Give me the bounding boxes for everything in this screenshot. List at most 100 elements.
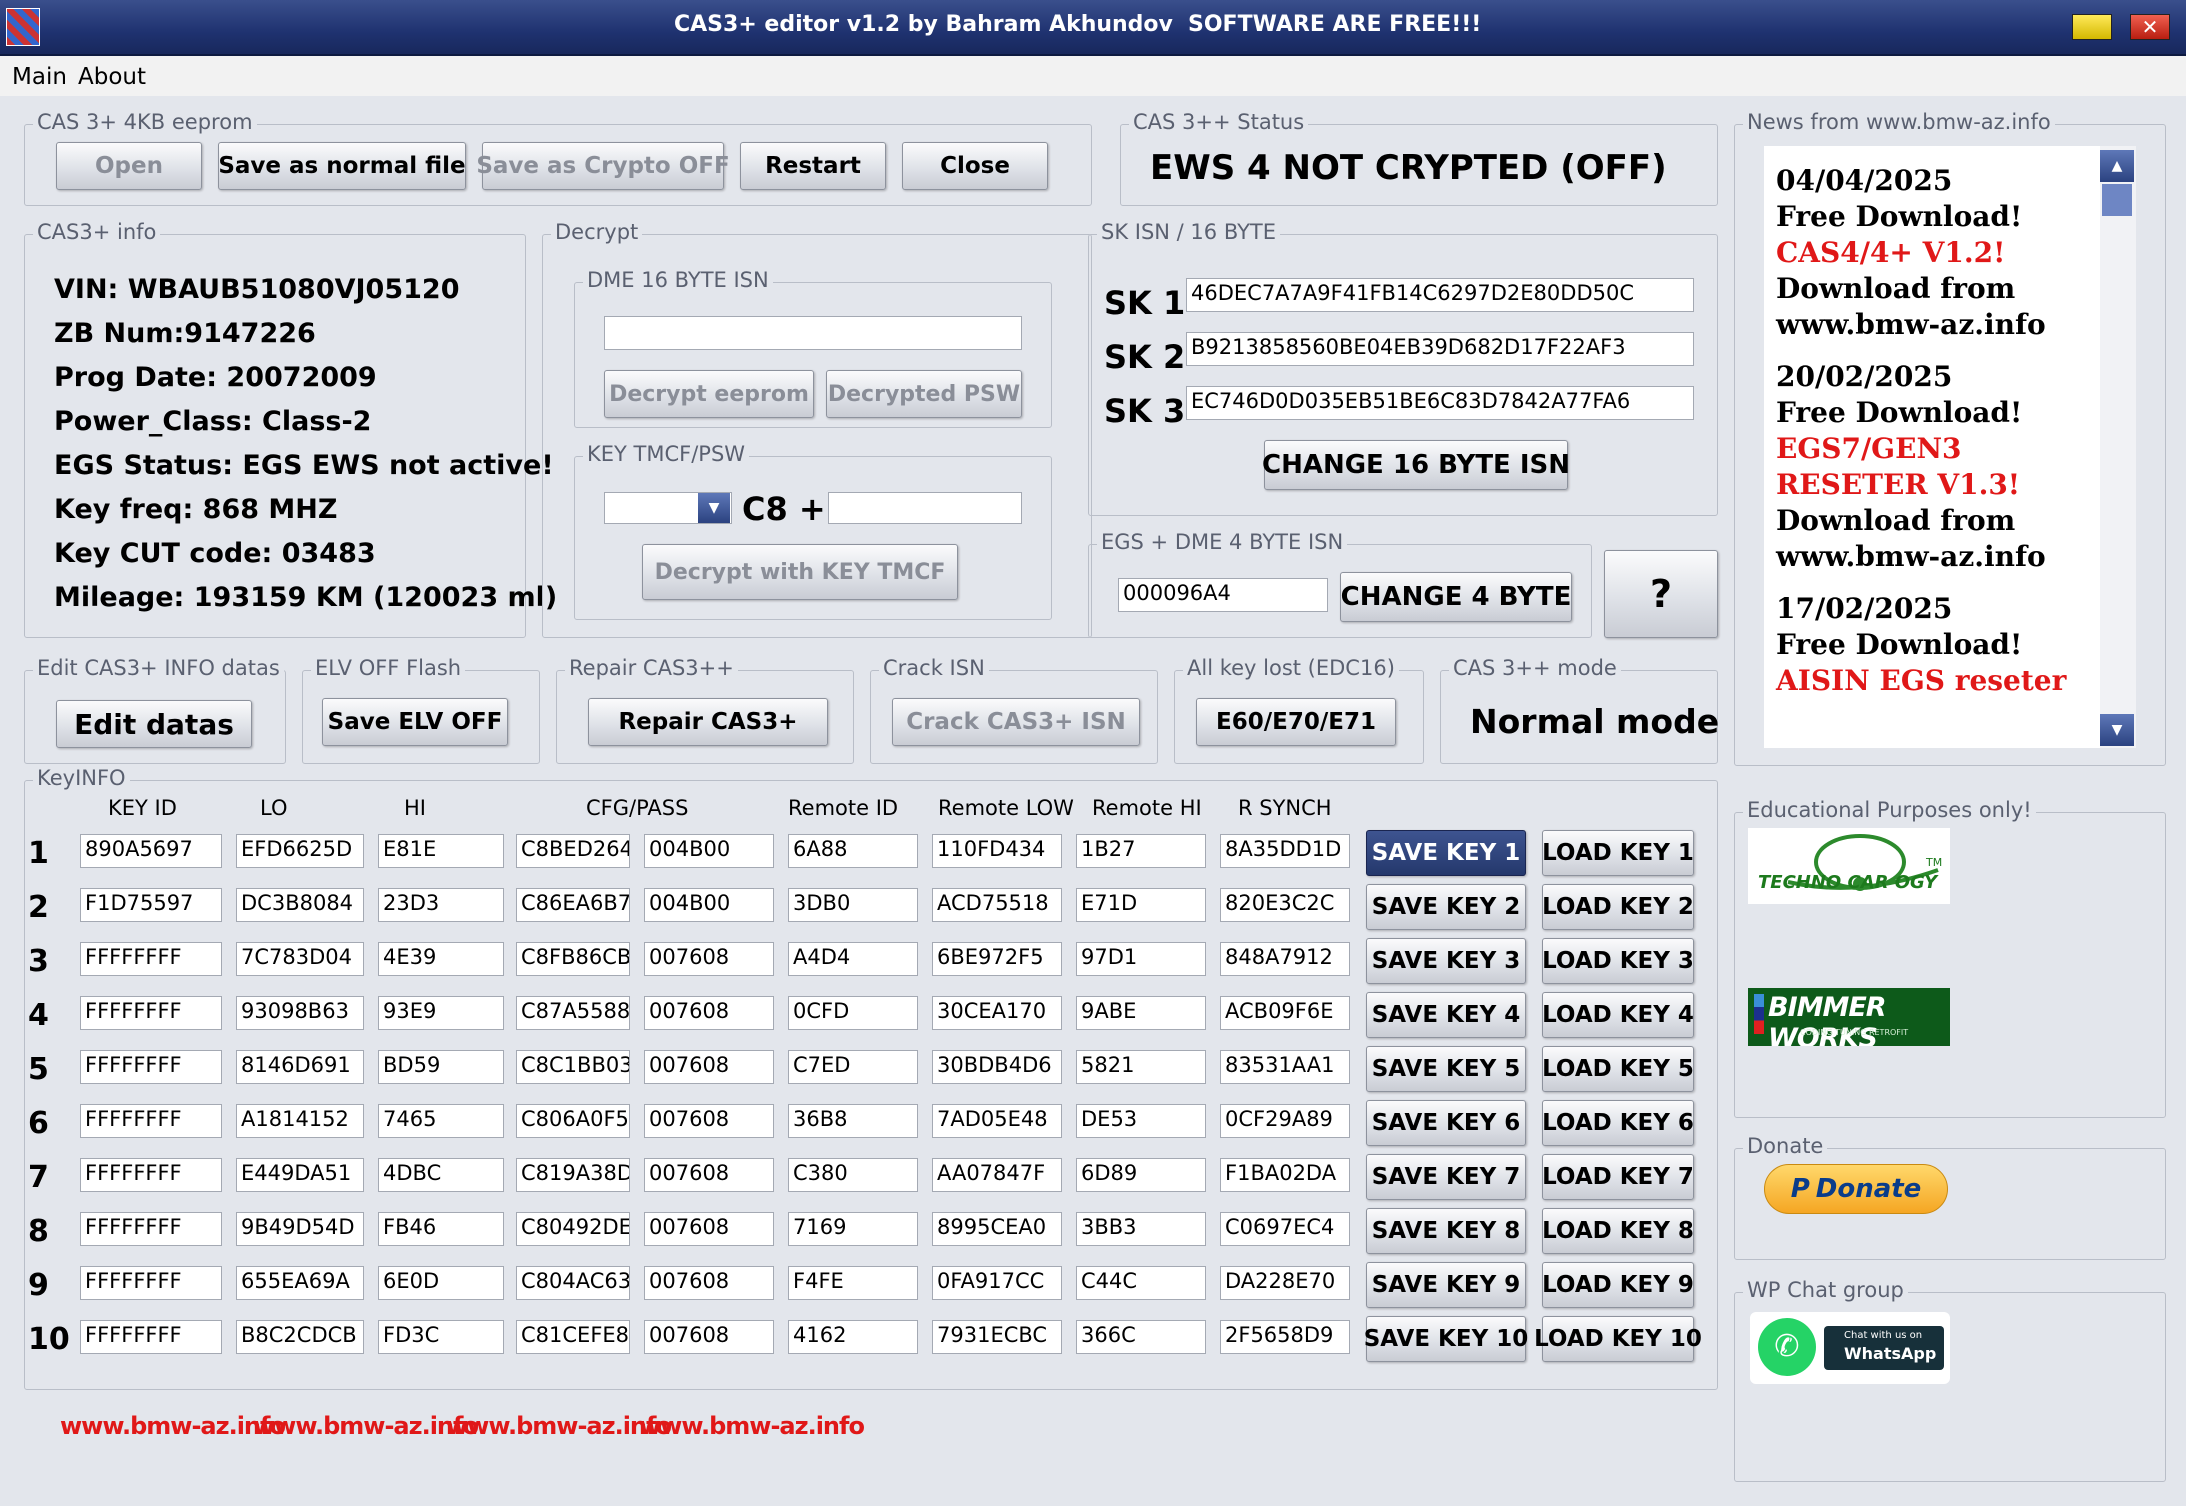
scroll-down-icon[interactable]: ▼ [2100,714,2134,746]
e60-e70-e71-button[interactable]: E60/E70/E71 [1196,698,1396,746]
key-lo-input[interactable]: DC3B8084 [236,888,364,922]
key-cfg-input[interactable]: C8FB86CB [516,942,630,976]
key-remote-hi-input[interactable]: 1B27 [1076,834,1206,868]
key-pass-input[interactable]: 007608 [644,996,774,1030]
key-hi-input[interactable]: FB46 [378,1212,504,1246]
key-key-id-input[interactable]: FFFFFFFF [80,1104,222,1138]
key-pass-input[interactable]: 007608 [644,1050,774,1084]
key-key-id-input[interactable]: FFFFFFFF [80,996,222,1030]
key-key-id-input[interactable]: FFFFFFFF [80,1158,222,1192]
decrypt-tmcf-button[interactable]: Decrypt with KEY TMCF [642,544,958,600]
news-scrollbar[interactable] [2100,146,2136,748]
key-cfg-input[interactable]: C80492DE [516,1212,630,1246]
key-hi-input[interactable]: FD3C [378,1320,504,1354]
save-key-button[interactable]: SAVE KEY 7 [1366,1154,1526,1200]
load-key-button[interactable]: LOAD KEY 5 [1542,1046,1694,1092]
key-remote-id-input[interactable]: 4162 [788,1320,918,1354]
save-key-button[interactable]: SAVE KEY 1 [1366,830,1526,876]
key-hi-input[interactable]: 6E0D [378,1266,504,1300]
footer-link-3[interactable]: www.bmw-az.info [446,1412,672,1440]
key-lo-input[interactable]: 93098B63 [236,996,364,1030]
sk2-input[interactable]: B9213858560BE04EB39D682D17F22AF3 [1186,332,1694,366]
dme-isn-input[interactable] [604,316,1022,350]
decrypt-eeprom-button[interactable]: Decrypt eeprom [604,370,814,418]
key-key-id-input[interactable]: FFFFFFFF [80,1266,222,1300]
save-key-button[interactable]: SAVE KEY 10 [1364,1316,1528,1362]
load-key-button[interactable]: LOAD KEY 9 [1542,1262,1694,1308]
key-pass-input[interactable]: 007608 [644,1320,774,1354]
key-hi-input[interactable]: 7465 [378,1104,504,1138]
key-hi-input[interactable]: E81E [378,834,504,868]
key-remote-hi-input[interactable]: DE53 [1076,1104,1206,1138]
key-hi-input[interactable]: 93E9 [378,996,504,1030]
key-remote-low-input[interactable]: 6BE972F5 [932,942,1062,976]
key-cfg-input[interactable]: C8C1BB03 [516,1050,630,1084]
save-key-button[interactable]: SAVE KEY 6 [1366,1100,1526,1146]
key-lo-input[interactable]: B8C2CDCB [236,1320,364,1354]
key-remote-low-input[interactable]: 7AD05E48 [932,1104,1062,1138]
save-key-button[interactable]: SAVE KEY 8 [1366,1208,1526,1254]
key-remote-id-input[interactable]: 36B8 [788,1104,918,1138]
key-r-synch-input[interactable]: ACB09F6E [1220,996,1350,1030]
key-lo-input[interactable]: 8146D691 [236,1050,364,1084]
key-lo-input[interactable]: 9B49D54D [236,1212,364,1246]
key-lo-input[interactable]: EFD6625D [236,834,364,868]
sk1-input[interactable]: 46DEC7A7A9F41FB14C6297D2E80DD50C [1186,278,1694,312]
key-pass-input[interactable]: 007608 [644,942,774,976]
menu-about[interactable]: About [78,64,146,90]
key-remote-id-input[interactable]: C380 [788,1158,918,1192]
key-hi-input[interactable]: 23D3 [378,888,504,922]
key-remote-hi-input[interactable]: 3BB3 [1076,1212,1206,1246]
key-r-synch-input[interactable]: F1BA02DA [1220,1158,1350,1192]
footer-link-4[interactable]: www.bmw-az.info [639,1412,865,1440]
key-pass-input[interactable]: 007608 [644,1104,774,1138]
key-hi-input[interactable]: BD59 [378,1050,504,1084]
minimize-icon[interactable] [2072,14,2112,40]
key-cfg-input[interactable]: C819A38D [516,1158,630,1192]
close-icon[interactable]: ✕ [2130,14,2170,40]
save-key-button[interactable]: SAVE KEY 2 [1366,884,1526,930]
key-remote-hi-input[interactable]: 366C [1076,1320,1206,1354]
repair-cas3-button[interactable]: Repair CAS3+ [588,698,828,746]
key-remote-low-input[interactable]: 30BDB4D6 [932,1050,1062,1084]
footer-link-1[interactable]: www.bmw-az.info [60,1412,286,1440]
key-hi-input[interactable]: 4E39 [378,942,504,976]
egs-isn-input[interactable]: 000096A4 [1118,578,1328,612]
key-remote-low-input[interactable]: 30CEA170 [932,996,1062,1030]
key-remote-hi-input[interactable]: 97D1 [1076,942,1206,976]
key-key-id-input[interactable]: FFFFFFFF [80,1320,222,1354]
load-key-button[interactable]: LOAD KEY 4 [1542,992,1694,1038]
key-remote-hi-input[interactable]: 9ABE [1076,996,1206,1030]
key-pass-input[interactable]: 007608 [644,1212,774,1246]
load-key-button[interactable]: LOAD KEY 8 [1542,1208,1694,1254]
load-key-button[interactable]: LOAD KEY 6 [1542,1100,1694,1146]
whatsapp-button[interactable]: ✆ Chat with us on WhatsApp [1750,1312,1950,1384]
crack-isn-button[interactable]: Crack CAS3+ ISN [892,698,1140,746]
restart-button[interactable]: Restart [740,142,886,190]
key-lo-input[interactable]: 655EA69A [236,1266,364,1300]
load-key-button[interactable]: LOAD KEY 2 [1542,884,1694,930]
decrypted-psw-button[interactable]: Decrypted PSW [826,370,1022,418]
key-remote-hi-input[interactable]: 5821 [1076,1050,1206,1084]
save-normal-button[interactable]: Save as normal file [218,142,466,190]
tmcf-input[interactable] [828,492,1022,524]
help-button[interactable]: ? [1604,550,1718,638]
save-key-button[interactable]: SAVE KEY 3 [1366,938,1526,984]
key-r-synch-input[interactable]: DA228E70 [1220,1266,1350,1300]
key-remote-low-input[interactable]: ACD75518 [932,888,1062,922]
save-key-button[interactable]: SAVE KEY 4 [1366,992,1526,1038]
key-lo-input[interactable]: E449DA51 [236,1158,364,1192]
donate-button[interactable]: P Donate [1764,1164,1948,1214]
load-key-button[interactable]: LOAD KEY 1 [1542,830,1694,876]
key-lo-input[interactable]: 7C783D04 [236,942,364,976]
load-key-button[interactable]: LOAD KEY 7 [1542,1154,1694,1200]
key-remote-hi-input[interactable]: E71D [1076,888,1206,922]
change-16-byte-button[interactable]: CHANGE 16 BYTE ISN [1262,440,1570,490]
key-remote-id-input[interactable]: C7ED [788,1050,918,1084]
techno-car-logo[interactable]: TECHNO CAR OGY TM [1748,828,1950,904]
key-pass-input[interactable]: 007608 [644,1266,774,1300]
key-remote-low-input[interactable]: 7931ECBC [932,1320,1062,1354]
key-remote-id-input[interactable]: 3DB0 [788,888,918,922]
close-button[interactable]: Close [902,142,1048,190]
load-key-button[interactable]: LOAD KEY 3 [1542,938,1694,984]
